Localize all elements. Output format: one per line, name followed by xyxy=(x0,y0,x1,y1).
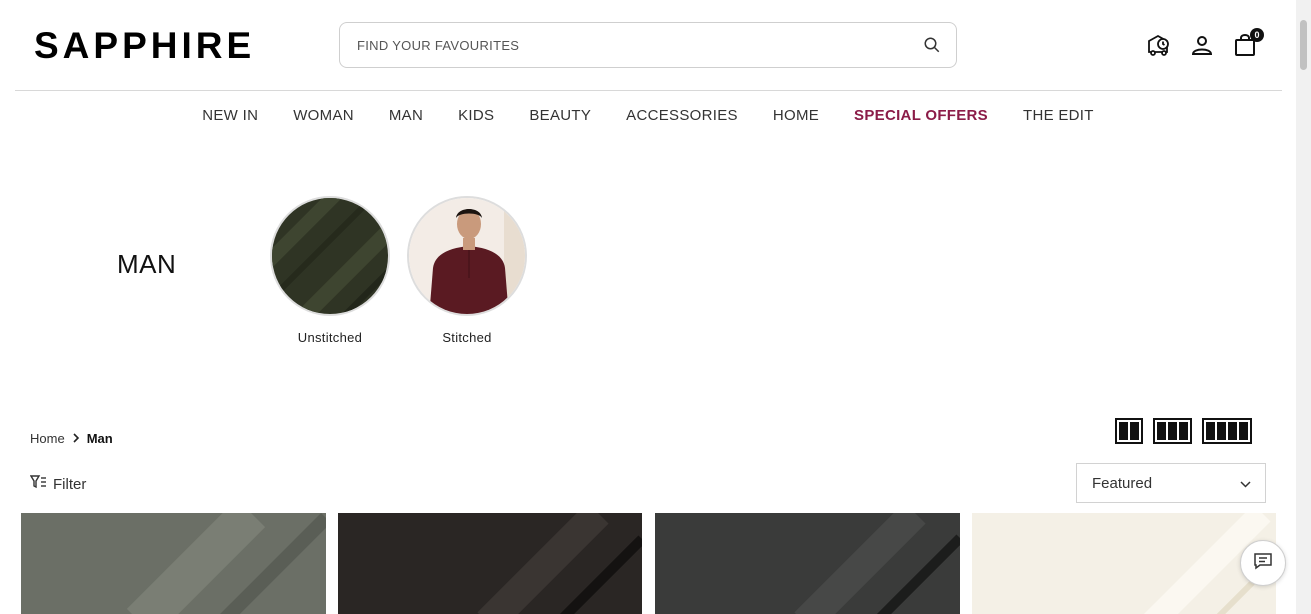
category-title: MAN xyxy=(117,249,177,279)
grid-2-columns-icon[interactable] xyxy=(1115,418,1143,444)
sort-select[interactable]: Featured xyxy=(1076,463,1266,503)
grid-4-columns-icon[interactable] xyxy=(1202,418,1252,444)
category-label-unstitched[interactable]: Unstitched xyxy=(270,330,390,345)
category-image-unstitched[interactable] xyxy=(270,196,390,316)
search-icon[interactable] xyxy=(922,35,942,55)
nav-item-beauty[interactable]: BEAUTY xyxy=(512,107,609,124)
nav-item-home[interactable]: HOME xyxy=(755,107,836,124)
order-tracking-icon[interactable] xyxy=(1146,32,1172,58)
chevron-down-icon xyxy=(1240,475,1251,492)
chat-button[interactable] xyxy=(1240,540,1286,586)
chat-icon xyxy=(1253,552,1273,575)
account-icon[interactable] xyxy=(1189,32,1215,58)
header-divider xyxy=(15,90,1282,91)
product-card[interactable] xyxy=(21,513,326,614)
search-input[interactable] xyxy=(357,37,922,53)
nav-item-new-in[interactable]: NEW IN xyxy=(185,107,276,124)
nav-item-the-edit[interactable]: THE EDIT xyxy=(1006,107,1112,124)
page-scrollbar[interactable] xyxy=(1296,0,1311,614)
category-card-stitched[interactable]: Stitched xyxy=(407,196,527,345)
nav-item-accessories[interactable]: ACCESSORIES xyxy=(609,107,756,124)
breadcrumb: Home Man xyxy=(30,430,113,446)
header-actions: 0 xyxy=(1146,28,1264,58)
main-nav: NEW IN WOMAN MAN KIDS BEAUTY ACCESSORIES… xyxy=(0,107,1296,124)
cart-count-badge: 0 xyxy=(1250,28,1264,42)
product-card[interactable] xyxy=(972,513,1277,614)
filter-icon xyxy=(29,475,47,493)
nav-item-kids[interactable]: KIDS xyxy=(441,107,512,124)
chevron-right-icon xyxy=(71,430,81,446)
product-card[interactable] xyxy=(655,513,960,614)
category-card-unstitched[interactable]: Unstitched xyxy=(270,196,390,345)
search-bar[interactable] xyxy=(339,22,957,68)
grid-view-toggles xyxy=(1115,418,1252,444)
nav-item-woman[interactable]: WOMAN xyxy=(276,107,372,124)
breadcrumb-current: Man xyxy=(86,430,113,446)
header: SAPPHIRE 0 xyxy=(0,0,1296,91)
category-label-stitched[interactable]: Stitched xyxy=(407,330,527,345)
breadcrumb-home[interactable]: Home xyxy=(30,431,65,446)
logo[interactable]: SAPPHIRE xyxy=(34,25,255,67)
nav-item-special-offers[interactable]: SPECIAL OFFERS xyxy=(837,107,1006,124)
sort-value: Featured xyxy=(1092,474,1153,492)
scrollbar-thumb[interactable] xyxy=(1300,20,1307,70)
grid-3-columns-icon[interactable] xyxy=(1153,418,1192,444)
filter-button[interactable]: Filter xyxy=(29,475,87,493)
product-grid xyxy=(21,513,1277,614)
filter-label: Filter xyxy=(53,475,87,493)
product-card[interactable] xyxy=(338,513,643,614)
category-image-stitched[interactable] xyxy=(407,196,527,316)
nav-item-man[interactable]: MAN xyxy=(371,107,440,124)
cart-icon[interactable]: 0 xyxy=(1232,28,1264,58)
